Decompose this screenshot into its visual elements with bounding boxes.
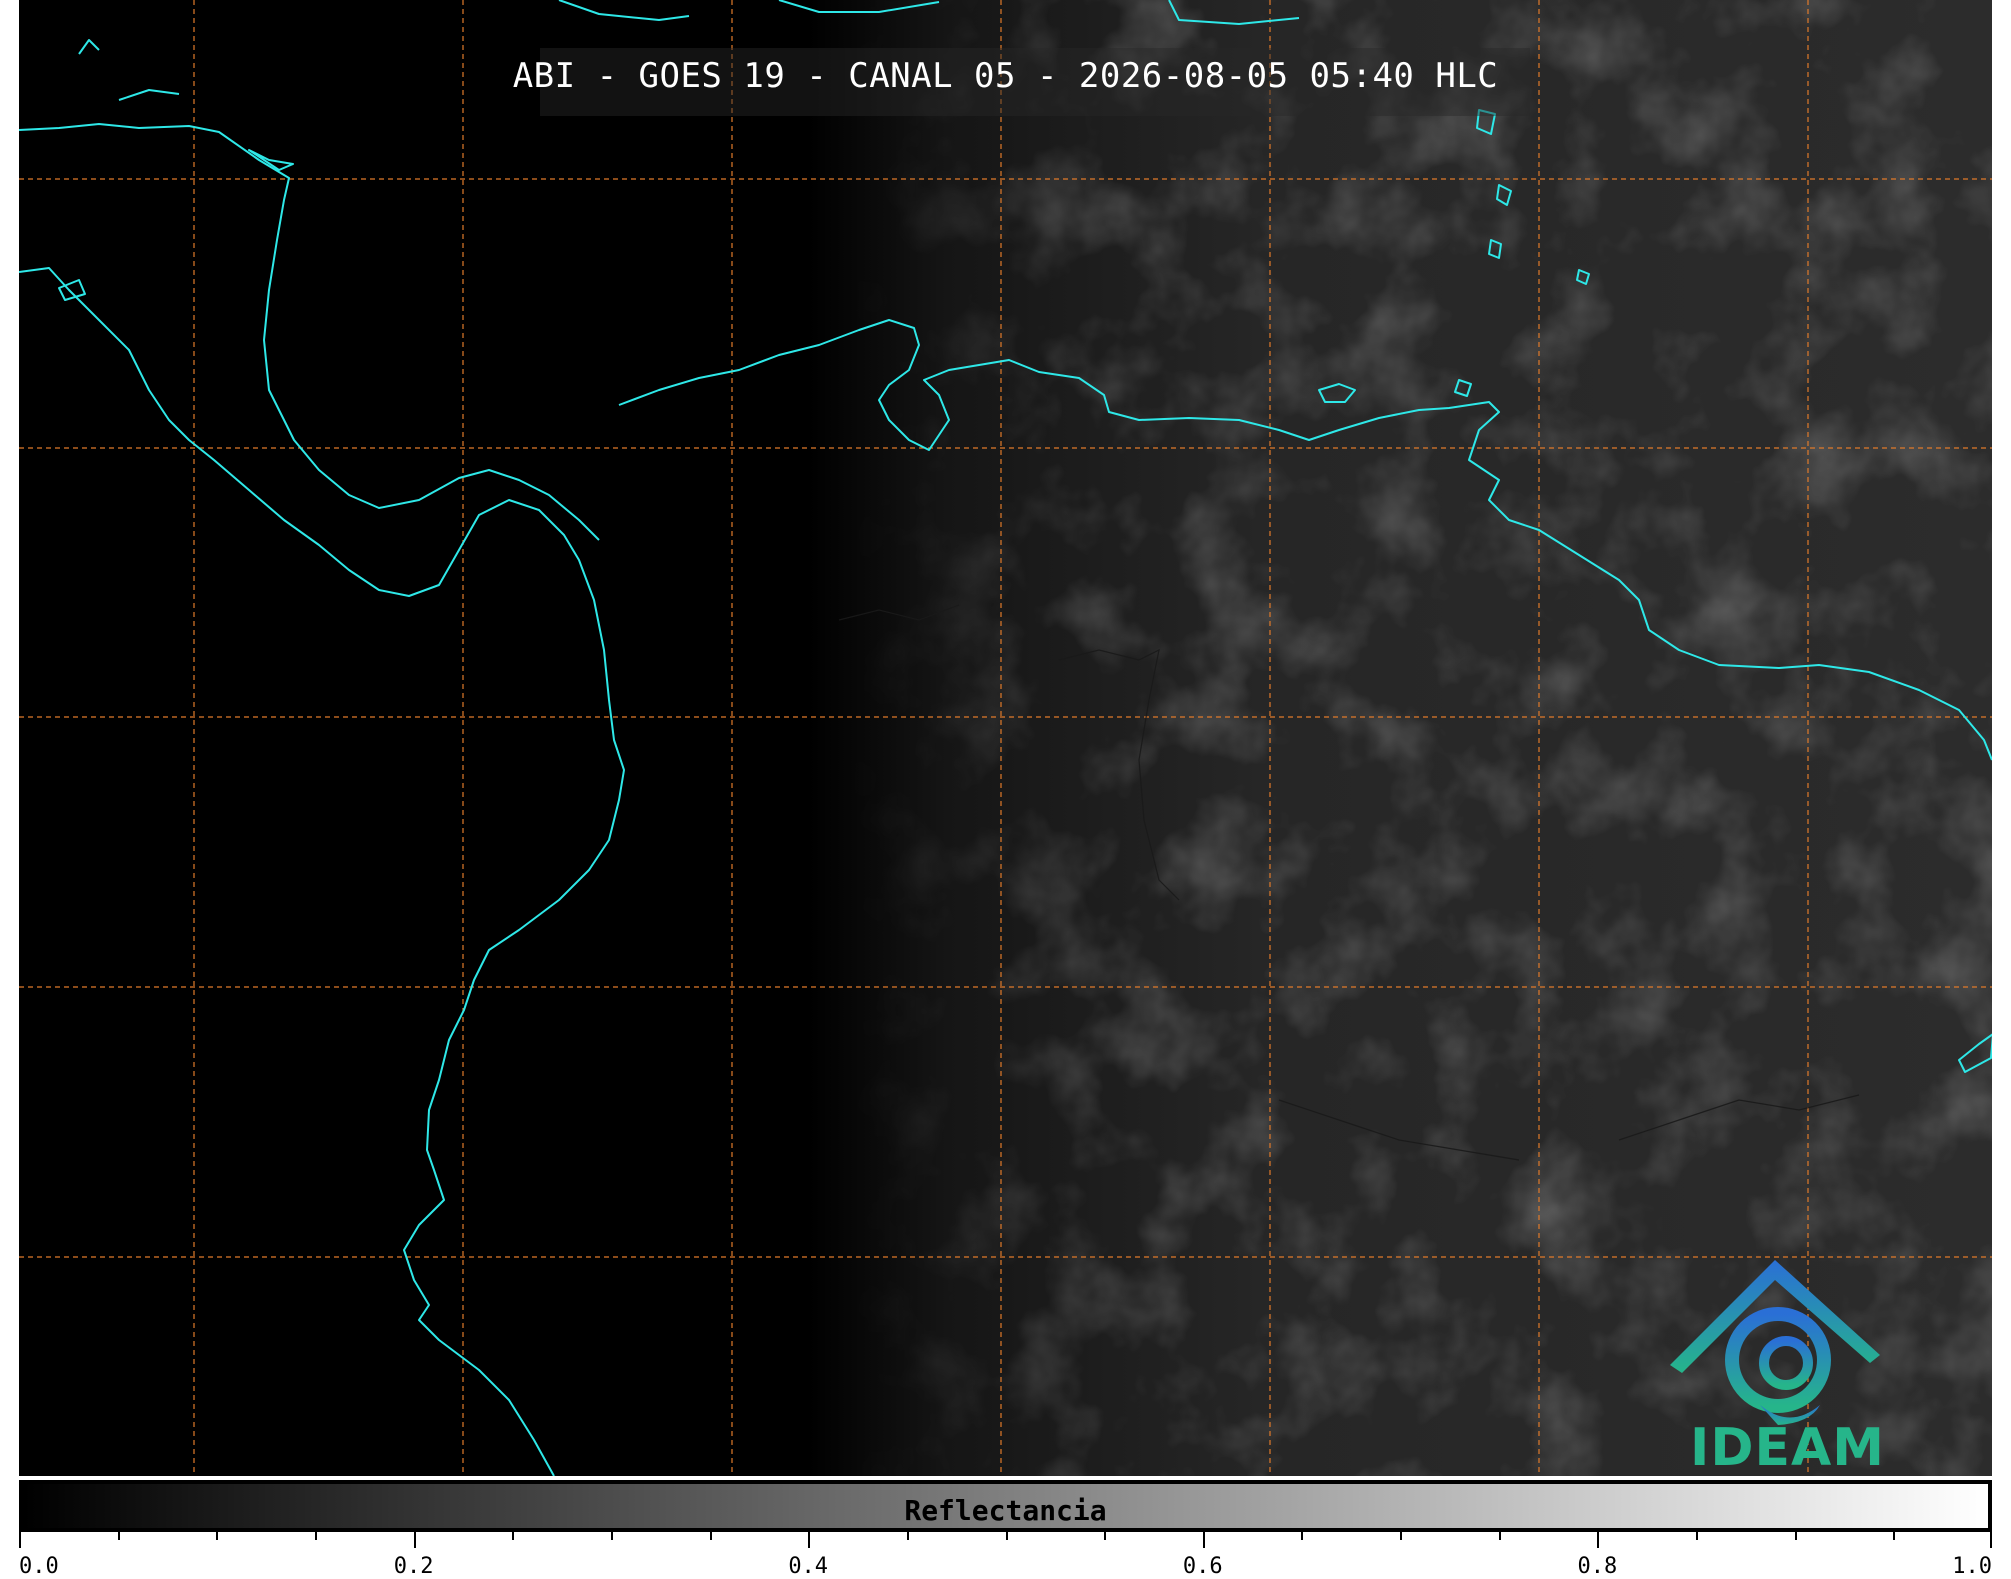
colorbar-minor-tick: [1301, 1532, 1304, 1540]
colorbar-minor-tick: [216, 1532, 219, 1540]
colorbar: Reflectancia: [19, 1480, 1992, 1532]
colorbar-tick-label: 0.4: [788, 1554, 829, 1579]
colorbar-tick-label: 0.8: [1577, 1554, 1618, 1579]
colorbar-minor-tick: [1498, 1532, 1501, 1540]
colorbar-major-tick: [808, 1532, 811, 1548]
satellite-figure: ABI - GOES 19 - CANAL 05 - 2026-08-05 05…: [0, 0, 2011, 1579]
colorbar-minor-tick: [1104, 1532, 1107, 1540]
colorbar-minor-tick: [610, 1532, 613, 1540]
colorbar-minor-tick: [709, 1532, 712, 1540]
colorbar-tick-label: 0.2: [393, 1554, 434, 1579]
logo-wordmark: IDEAM: [1690, 1418, 1886, 1478]
colorbar-ticks: 0.0 0.2 0.4 0.6 0.8 1.0: [19, 1532, 1992, 1579]
colorbar-major-tick: [1202, 1532, 1205, 1548]
colorbar-minor-tick: [117, 1532, 120, 1540]
colorbar-tick-label: 1.0: [1952, 1554, 1992, 1579]
colorbar-tick-label: 0.6: [1182, 1554, 1223, 1579]
colorbar-minor-tick: [906, 1532, 909, 1540]
colorbar-minor-tick: [314, 1532, 317, 1540]
colorbar-minor-tick: [1794, 1532, 1797, 1540]
colorbar-minor-tick: [1893, 1532, 1896, 1540]
colorbar-major-tick: [1597, 1532, 1600, 1548]
colorbar-minor-tick: [1005, 1532, 1008, 1540]
colorbar-minor-tick: [1696, 1532, 1699, 1540]
colorbar-minor-tick: [1400, 1532, 1403, 1540]
colorbar-tick-label: 0.0: [19, 1554, 59, 1579]
map-title: ABI - GOES 19 - CANAL 05 - 2026-08-05 05…: [512, 56, 1499, 96]
colorbar-minor-tick: [512, 1532, 515, 1540]
colorbar-major-tick: [1990, 1532, 1992, 1548]
colorbar-label: Reflectancia: [904, 1494, 1107, 1527]
colorbar-major-tick: [413, 1532, 416, 1548]
colorbar-major-tick: [19, 1532, 21, 1548]
